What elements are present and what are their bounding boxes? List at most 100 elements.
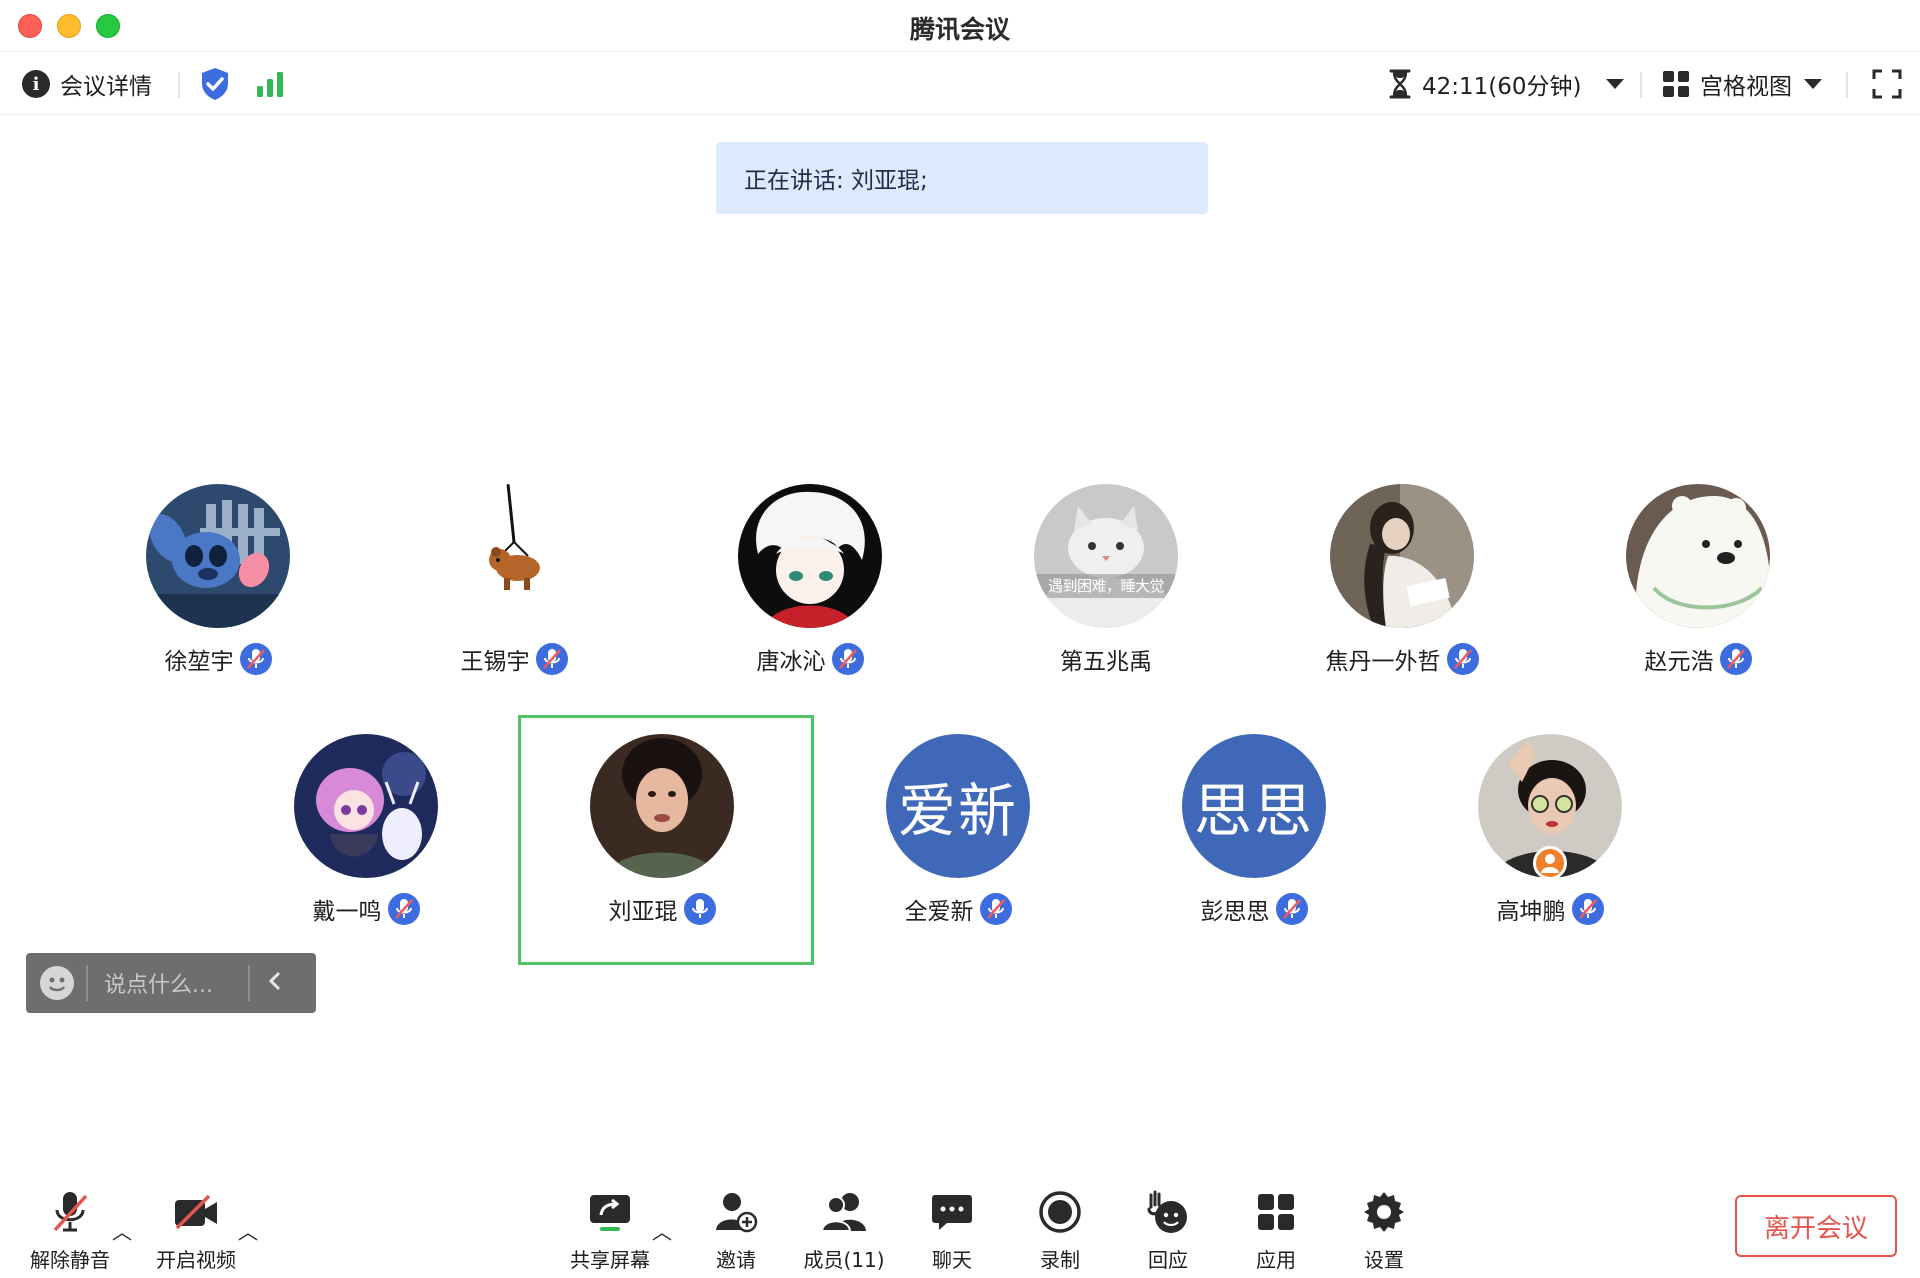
participant-tile[interactable]: 高坤鹏 xyxy=(1450,734,1650,926)
title-bar: 腾讯会议 xyxy=(0,0,1920,52)
video-options-chevron-icon[interactable]: ︿ xyxy=(238,1216,258,1245)
leave-meeting-button[interactable]: 离开会议 xyxy=(1735,1195,1897,1257)
meeting-timer-label: 42:11(60分钟) xyxy=(1422,74,1582,100)
avatar xyxy=(738,484,882,628)
members-button[interactable]: 成员(11) xyxy=(794,1186,894,1273)
window-title: 腾讯会议 xyxy=(909,15,1010,44)
mic-muted-icon xyxy=(1571,893,1604,925)
security-shield-button[interactable] xyxy=(200,53,230,115)
participant-name: 唐冰沁 xyxy=(756,649,826,675)
mic-muted-icon xyxy=(979,893,1012,925)
chat-button[interactable]: 聊天 xyxy=(902,1186,1002,1273)
settings-button[interactable]: 设置 xyxy=(1334,1186,1434,1273)
mic-muted-icon xyxy=(1275,893,1308,925)
fullscreen-icon xyxy=(1872,69,1902,99)
participant-tile[interactable]: 徐堃宇 xyxy=(118,484,318,676)
participant-name: 刘亚琨 xyxy=(608,899,678,925)
emoji-icon[interactable] xyxy=(40,966,74,1000)
meeting-details-label: 会议详情 xyxy=(60,74,152,100)
meeting-toolbar: i 会议详情 42:11(60分钟) 宫格视图 xyxy=(0,53,1920,115)
unmute-label: 解除静音 xyxy=(30,1248,110,1272)
avatar xyxy=(1478,734,1622,880)
meeting-details-button[interactable]: i 会议详情 xyxy=(22,53,152,115)
participant-name: 赵元浩 xyxy=(1644,649,1714,675)
start-video-label: 开启视频 xyxy=(156,1248,236,1272)
unmute-button[interactable]: 解除静音 xyxy=(20,1186,120,1273)
share-screen-button[interactable]: 共享屏幕 xyxy=(560,1186,660,1273)
share-options-chevron-icon[interactable]: ︿ xyxy=(652,1216,672,1245)
share-screen-label: 共享屏幕 xyxy=(570,1248,650,1272)
fullscreen-button[interactable] xyxy=(1872,53,1902,115)
members-label: 成员(11) xyxy=(803,1248,885,1272)
participant-tile[interactable]: 焦丹一外哲 xyxy=(1302,484,1502,676)
meeting-timer[interactable]: 42:11(60分钟) xyxy=(1388,53,1624,115)
mic-muted-icon xyxy=(535,643,568,675)
record-label: 录制 xyxy=(1040,1248,1080,1272)
view-mode-label: 宫格视图 xyxy=(1700,74,1792,100)
mic-muted-icon xyxy=(387,893,420,925)
bottom-control-bar: 解除静音 ︿ 开启视频 ︿ 共享屏幕 ︿ 邀请 成员(11) 聊天 录制 回应 … xyxy=(0,1170,1920,1278)
invite-button[interactable]: 邀请 xyxy=(686,1186,786,1273)
participant-tile[interactable]: 戴一鸣 xyxy=(266,734,466,926)
audio-options-chevron-icon[interactable]: ︿ xyxy=(112,1216,132,1245)
participant-name: 高坤鹏 xyxy=(1496,899,1566,925)
participant-name: 戴一鸣 xyxy=(312,899,382,925)
chat-quick-input[interactable]: 说点什么... xyxy=(26,953,316,1013)
collapse-chat-icon[interactable] xyxy=(268,970,282,996)
members-icon xyxy=(794,1186,894,1238)
mic-muted-icon xyxy=(239,643,272,675)
participant-tile[interactable]: 刘亚琨 xyxy=(562,734,762,926)
apps-button[interactable]: 应用 xyxy=(1226,1186,1326,1273)
chat-input-placeholder[interactable]: 说点什么... xyxy=(104,967,236,999)
avatar-initials: 思思 xyxy=(1182,734,1326,878)
view-mode-dropdown[interactable]: 宫格视图 xyxy=(1662,53,1822,115)
avatar xyxy=(146,484,290,628)
participant-tile[interactable]: 遇到困难，睡大觉 第五兆禹 xyxy=(1006,484,1206,676)
participant-tile[interactable]: 赵元浩 xyxy=(1598,484,1798,676)
apps-grid-icon xyxy=(1226,1186,1326,1238)
participant-tile[interactable]: 王锡宇 xyxy=(414,484,614,676)
record-button[interactable]: 录制 xyxy=(1010,1186,1110,1273)
active-speaker-banner: 正在讲话: 刘亚琨; xyxy=(716,142,1208,214)
mic-muted-icon xyxy=(1719,643,1752,675)
mic-muted-icon xyxy=(1446,643,1479,675)
gear-icon xyxy=(1334,1186,1434,1238)
participant-tile[interactable]: 爱新 全爱新 xyxy=(858,734,1058,926)
settings-label: 设置 xyxy=(1364,1248,1404,1272)
avatar-caption: 遇到困难，睡大觉 xyxy=(1047,577,1165,595)
avatar xyxy=(294,734,438,878)
reaction-hand-icon xyxy=(1118,1186,1218,1238)
toolbar-divider xyxy=(178,72,180,98)
shield-icon xyxy=(202,68,228,100)
mic-muted-icon xyxy=(831,643,864,675)
host-badge-icon xyxy=(1533,846,1567,880)
participant-tile[interactable]: 唐冰沁 xyxy=(710,484,910,676)
grid-view-icon xyxy=(1663,71,1689,97)
share-screen-icon xyxy=(560,1186,660,1238)
participant-name: 徐堃宇 xyxy=(164,649,234,675)
avatar xyxy=(442,484,586,628)
invite-user-icon xyxy=(686,1186,786,1238)
avatar xyxy=(1626,484,1770,628)
toolbar-divider xyxy=(1846,72,1848,98)
participant-name: 彭思思 xyxy=(1200,899,1270,925)
participant-name: 王锡宇 xyxy=(460,649,530,675)
apps-label: 应用 xyxy=(1256,1248,1296,1272)
chat-divider xyxy=(86,965,88,1001)
reactions-label: 回应 xyxy=(1148,1248,1188,1272)
hourglass-icon xyxy=(1389,69,1411,99)
toolbar-divider xyxy=(1640,72,1642,98)
start-video-button[interactable]: 开启视频 xyxy=(146,1186,246,1273)
reactions-button[interactable]: 回应 xyxy=(1118,1186,1218,1273)
network-signal-indicator[interactable] xyxy=(256,53,286,115)
caret-down-icon[interactable] xyxy=(1605,79,1624,89)
info-icon: i xyxy=(22,70,50,98)
caret-down-icon xyxy=(1804,79,1822,89)
signal-bars-icon xyxy=(257,72,283,97)
participant-name: 第五兆禹 xyxy=(1060,649,1152,675)
chat-label: 聊天 xyxy=(932,1248,972,1272)
participant-tile[interactable]: 思思 彭思思 xyxy=(1154,734,1354,926)
avatar xyxy=(1330,484,1474,628)
mic-off-icon xyxy=(20,1186,120,1238)
avatar xyxy=(590,734,734,878)
